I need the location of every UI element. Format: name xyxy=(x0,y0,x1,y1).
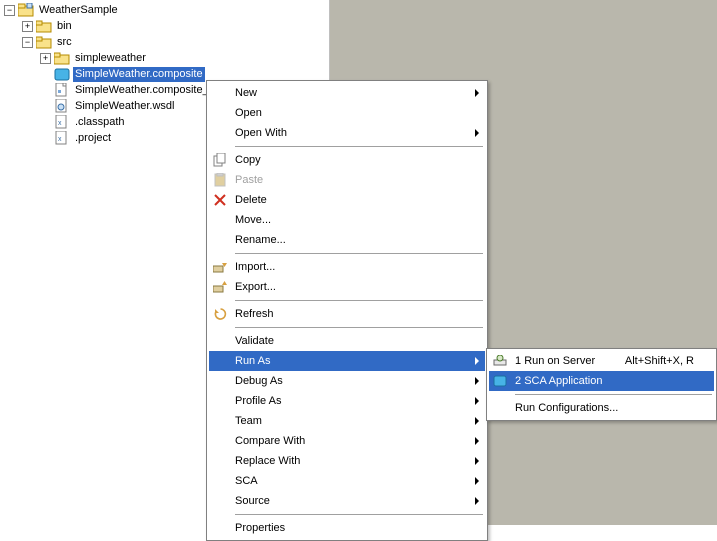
tree-label: .classpath xyxy=(73,115,127,130)
spacer xyxy=(40,133,51,144)
menu-separator xyxy=(235,253,483,254)
menu-item-replace-with[interactable]: Replace With xyxy=(209,451,485,471)
svg-text:x: x xyxy=(58,136,62,143)
run-as-submenu[interactable]: 1 Run on Server Alt+Shift+X, R 2 SCA App… xyxy=(486,348,717,421)
menu-item-refresh[interactable]: Refresh xyxy=(209,304,485,324)
menu-item-source[interactable]: Source xyxy=(209,491,485,511)
server-icon xyxy=(489,351,511,371)
menu-item-compare-with[interactable]: Compare With xyxy=(209,431,485,451)
spacer xyxy=(40,117,51,128)
submenu-item-sca-application[interactable]: 2 SCA Application xyxy=(489,371,714,391)
composite-file-icon xyxy=(54,67,70,82)
sca-app-icon xyxy=(489,371,511,391)
menu-separator xyxy=(515,394,712,395)
submenu-arrow-icon xyxy=(475,417,479,425)
menu-item-run-as[interactable]: Run As xyxy=(209,351,485,371)
menu-item-new[interactable]: New xyxy=(209,83,485,103)
menu-item-delete[interactable]: Delete xyxy=(209,190,485,210)
menu-item-rename[interactable]: Rename... xyxy=(209,230,485,250)
spacer xyxy=(40,101,51,112)
submenu-item-run-on-server[interactable]: 1 Run on Server Alt+Shift+X, R xyxy=(489,351,714,371)
paste-icon xyxy=(209,170,231,190)
menu-item-import[interactable]: Import... xyxy=(209,257,485,277)
menu-item-team[interactable]: Team xyxy=(209,411,485,431)
tree-label: bin xyxy=(55,19,74,34)
menu-item-debug-as[interactable]: Debug As xyxy=(209,371,485,391)
wsdl-file-icon xyxy=(54,99,70,114)
delete-icon xyxy=(209,190,231,210)
tree-label: SimpleWeather.composite xyxy=(73,67,205,82)
menu-separator xyxy=(235,300,483,301)
menu-item-copy[interactable]: Copy xyxy=(209,150,485,170)
tree-node-package[interactable]: + simpleweather xyxy=(0,50,329,66)
file-icon xyxy=(54,83,70,98)
menu-item-move[interactable]: Move... xyxy=(209,210,485,230)
menu-item-validate[interactable]: Validate xyxy=(209,331,485,351)
project-folder-icon xyxy=(18,3,34,18)
menu-separator xyxy=(235,146,483,147)
menu-item-properties[interactable]: Properties xyxy=(209,518,485,538)
export-icon xyxy=(209,277,231,297)
tree-label: src xyxy=(55,35,74,50)
import-icon xyxy=(209,257,231,277)
expand-icon[interactable]: + xyxy=(40,53,51,64)
tree-label: SimpleWeather.composite_ xyxy=(73,83,211,98)
submenu-arrow-icon xyxy=(475,497,479,505)
tree-label: WeatherSample xyxy=(37,3,120,18)
folder-icon xyxy=(54,51,70,66)
menu-item-paste: Paste xyxy=(209,170,485,190)
refresh-icon xyxy=(209,304,231,324)
tree-label: simpleweather xyxy=(73,51,148,66)
submenu-arrow-icon xyxy=(475,377,479,385)
tree-node-bin[interactable]: + bin xyxy=(0,18,329,34)
spacer xyxy=(40,69,51,80)
xml-file-icon: x xyxy=(54,131,70,146)
folder-icon xyxy=(36,35,52,50)
menu-separator xyxy=(235,327,483,328)
collapse-icon[interactable]: − xyxy=(4,5,15,16)
menu-item-sca[interactable]: SCA xyxy=(209,471,485,491)
tree-label: .project xyxy=(73,131,113,146)
copy-icon xyxy=(209,150,231,170)
keyboard-shortcut: Alt+Shift+X, R xyxy=(601,355,694,367)
submenu-arrow-icon xyxy=(475,437,479,445)
xml-file-icon: x xyxy=(54,115,70,130)
context-menu[interactable]: New Open Open With Copy Paste Delete Mov… xyxy=(206,80,488,541)
collapse-icon[interactable]: − xyxy=(22,37,33,48)
submenu-arrow-icon xyxy=(475,457,479,465)
tree-node-src[interactable]: − src xyxy=(0,34,329,50)
submenu-arrow-icon xyxy=(475,357,479,365)
tree-label: SimpleWeather.wsdl xyxy=(73,99,176,114)
submenu-arrow-icon xyxy=(475,89,479,97)
menu-item-profile-as[interactable]: Profile As xyxy=(209,391,485,411)
spacer xyxy=(40,85,51,96)
folder-icon xyxy=(36,19,52,34)
menu-item-open[interactable]: Open xyxy=(209,103,485,123)
submenu-item-run-configurations[interactable]: Run Configurations... xyxy=(489,398,714,418)
submenu-arrow-icon xyxy=(475,129,479,137)
menu-separator xyxy=(235,514,483,515)
tree-node-project-root[interactable]: − WeatherSample xyxy=(0,2,329,18)
menu-item-export[interactable]: Export... xyxy=(209,277,485,297)
menu-item-open-with[interactable]: Open With xyxy=(209,123,485,143)
svg-text:x: x xyxy=(58,120,62,127)
submenu-arrow-icon xyxy=(475,397,479,405)
submenu-arrow-icon xyxy=(475,477,479,485)
expand-icon[interactable]: + xyxy=(22,21,33,32)
